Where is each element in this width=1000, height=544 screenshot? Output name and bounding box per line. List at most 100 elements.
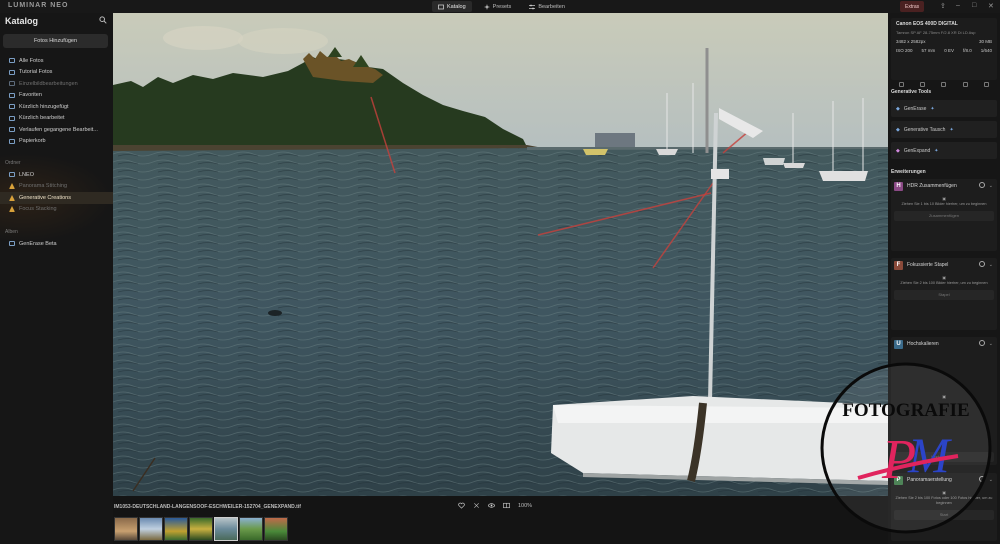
close-icon[interactable]: ✕ — [988, 2, 994, 10]
tab-bearbeiten-label: Bearbeiten — [538, 3, 565, 10]
folder-icon — [9, 172, 15, 178]
file-size: 30 MB — [978, 39, 992, 44]
nav-label: Kürzlich hinzugefügt — [19, 103, 69, 110]
tool-label: GenErase — [903, 105, 927, 112]
nav-trash[interactable]: Papierkorb — [0, 136, 113, 148]
folder-label: Panorama Stitching — [19, 183, 67, 190]
exposure-row: ISO 200 57 mm 0 EV f/8.0 1/640 — [896, 48, 992, 53]
tab-katalog[interactable]: Katalog — [432, 1, 472, 12]
extension-title: Hochskalieren — [907, 341, 939, 347]
nav-all-photos[interactable]: Alle Fotos — [0, 55, 113, 67]
photo-lake-boat — [113, 13, 888, 496]
history-icon[interactable] — [962, 82, 968, 87]
minimize-icon[interactable]: – — [956, 2, 960, 9]
thumbnail-selected[interactable] — [214, 517, 238, 541]
album-generase-beta[interactable]: GenErase Beta — [0, 238, 113, 250]
image-canvas[interactable] — [113, 13, 888, 496]
folder-lneo[interactable]: LNEO — [0, 169, 113, 181]
warning-icon — [9, 194, 15, 201]
chevron-down-icon[interactable]: ⌄ — [989, 262, 993, 268]
image-dimensions: 3482 x 2582px — [896, 39, 926, 44]
generase-button[interactable]: ◆ GenErase ✦ — [891, 100, 997, 117]
top-navigation: Katalog Presets Bearbeiten — [432, 1, 571, 12]
folder-panorama-stitching[interactable]: Panorama Stitching — [0, 181, 113, 193]
nav-recently-added[interactable]: Kürzlich hinzugefügt — [0, 101, 113, 113]
nav-label: Einzelbildbearbeitungen — [19, 80, 78, 87]
nav-recently-edited[interactable]: Kürzlich bearbeitet — [0, 113, 113, 125]
folders-nav: LNEO Panorama Stitching Generative Creat… — [0, 169, 113, 215]
sidebar-title: Katalog — [5, 16, 39, 26]
tab-presets[interactable]: Presets — [478, 1, 518, 12]
nav-label: Alle Fotos — [19, 57, 44, 64]
search-icon[interactable] — [99, 16, 107, 24]
zoom-level[interactable]: 100% — [518, 503, 532, 509]
folder-label: Focus Stacking — [19, 206, 57, 213]
thumbnail[interactable] — [239, 517, 263, 541]
upscale-badge-icon: U — [894, 339, 903, 349]
folder-label: Generative Creations — [19, 194, 71, 201]
folder-focus-stacking[interactable]: Focus Stacking — [0, 204, 113, 216]
thumbnail[interactable] — [264, 517, 288, 541]
albums-section-label: Alben — [5, 229, 18, 235]
folder-generative-creations[interactable]: Generative Creations — [0, 192, 113, 204]
thumbnail[interactable] — [164, 517, 188, 541]
compare-icon[interactable] — [503, 502, 510, 509]
lens-info: Tamron SP AF 28-75mm F/2.8 XR Di LD Asp — [896, 30, 976, 35]
stack-button[interactable]: Stapel — [894, 290, 994, 300]
edit-icon — [9, 115, 15, 121]
extension-hdr-merge: H HDR Zusammenfügen ⌄ ▣ Ziehen Sie 1 bis … — [891, 179, 997, 251]
thumbnail[interactable] — [139, 517, 163, 541]
nav-label: Kürzlich bearbeitet — [19, 115, 65, 122]
file-name: IM1053-DEUTSCHLAND-LANGENSOOF-ESCHWEILER… — [114, 504, 301, 510]
image-icon — [9, 81, 15, 87]
eye-icon[interactable] — [488, 502, 495, 509]
add-photos-button[interactable]: Fotos Hinzufügen — [3, 34, 108, 48]
ai-star-icon: ✦ — [934, 147, 939, 154]
photos-icon — [9, 58, 15, 64]
tab-presets-label: Presets — [492, 3, 512, 10]
layers-icon[interactable] — [983, 82, 989, 87]
reject-icon[interactable] — [920, 82, 926, 87]
tab-katalog-label: Katalog — [447, 3, 466, 10]
folders-section-label: Ordner — [5, 160, 21, 166]
reject-icon[interactable] — [473, 502, 480, 509]
shutter-speed: 1/640 — [980, 48, 992, 53]
chevron-down-icon[interactable]: ⌄ — [989, 341, 993, 347]
drop-zone[interactable]: ▣ Ziehen Sie 2 bis 100 Bilder hierher, um… — [891, 272, 997, 286]
clock-icon — [9, 104, 15, 110]
nav-tutorial-photos[interactable]: Tutorial Fotos — [0, 67, 113, 79]
nav-lost-edits[interactable]: Verlaufen gegangene Bearbeit... — [0, 124, 113, 136]
info-icon[interactable] — [979, 261, 985, 267]
thumbnail[interactable] — [189, 517, 213, 541]
tab-bearbeiten[interactable]: Bearbeiten — [523, 1, 571, 12]
catalog-sidebar: Katalog Fotos Hinzufügen Alle Fotos Tuto… — [0, 13, 113, 544]
photos-icon — [9, 69, 15, 75]
drop-zone[interactable]: ▣ Ziehen Sie 1 bis 10 Bilder hierher, um … — [891, 193, 997, 207]
nav-label: Favoriten — [19, 92, 42, 99]
nav-label: Papierkorb — [19, 138, 46, 145]
info-icon[interactable] — [979, 182, 985, 188]
ai-star-icon: ✦ — [930, 105, 935, 112]
heart-icon[interactable] — [899, 82, 905, 87]
album-icon — [9, 241, 15, 247]
genexpand-button[interactable]: ◆ GenExpand ✦ — [891, 142, 997, 159]
nav-single-edits[interactable]: Einzelbildbearbeitungen — [0, 78, 113, 90]
heart-icon[interactable] — [458, 502, 465, 509]
extras-label: Extras — [905, 3, 920, 10]
title-bar: LUMINAR NEO Katalog Presets Bearbeiten E… — [0, 0, 1000, 13]
share-icon[interactable]: ⇪ — [940, 2, 946, 10]
nav-favorites[interactable]: Favoriten — [0, 90, 113, 102]
chevron-down-icon[interactable]: ⌄ — [989, 183, 993, 189]
thumbnail[interactable] — [114, 517, 138, 541]
maximize-icon[interactable]: □ — [972, 2, 976, 9]
extras-button[interactable]: Extras — [900, 1, 925, 12]
watermark-text: FOTOGRAFIE — [842, 400, 969, 421]
merge-button[interactable]: Zusammenfügen — [894, 211, 994, 221]
info-icon[interactable] — [979, 340, 985, 346]
focus-badge-icon: F — [894, 260, 903, 270]
generative-tools-heading: Generative Tools — [891, 89, 932, 95]
info-icon[interactable] — [941, 82, 947, 87]
generative-swap-button[interactable]: ◆ Generative Tausch ✦ — [891, 121, 997, 138]
drop-hint: Ziehen Sie 2 bis 100 Bilder hierher, um … — [900, 281, 988, 285]
sliders-icon — [529, 4, 536, 9]
